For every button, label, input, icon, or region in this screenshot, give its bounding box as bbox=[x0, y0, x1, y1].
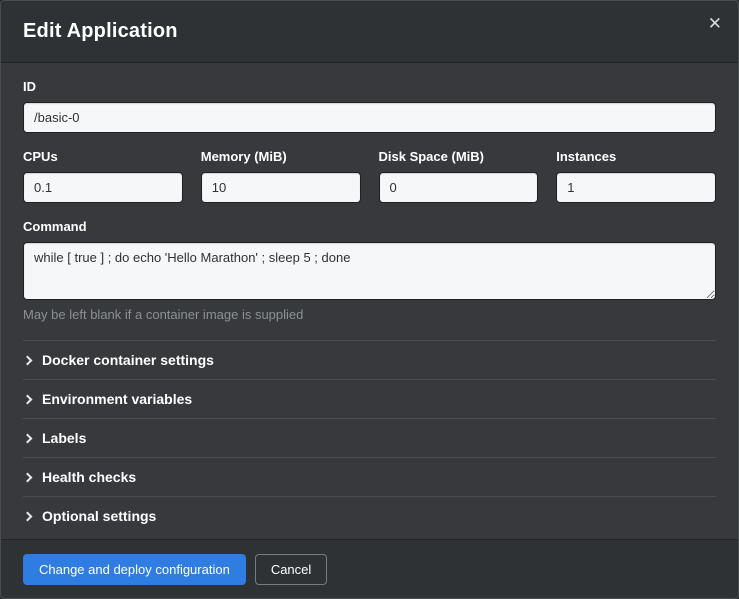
modal-body: ID CPUs Memory (MiB) Disk Space (MiB) In… bbox=[1, 63, 738, 539]
section-label: Environment variables bbox=[42, 391, 192, 407]
chevron-right-icon bbox=[23, 355, 33, 365]
memory-field-group: Memory (MiB) bbox=[201, 149, 361, 203]
chevron-right-icon bbox=[23, 394, 33, 404]
modal-title: Edit Application bbox=[23, 20, 178, 43]
memory-input[interactable] bbox=[201, 172, 361, 203]
id-field-group: ID bbox=[23, 79, 716, 133]
resources-row: CPUs Memory (MiB) Disk Space (MiB) Insta… bbox=[23, 149, 716, 203]
disk-input[interactable] bbox=[379, 172, 539, 203]
edit-application-modal: Edit Application ✕ ID CPUs Memory (MiB) … bbox=[0, 0, 739, 599]
cancel-button[interactable]: Cancel bbox=[255, 554, 327, 585]
section-label: Health checks bbox=[42, 469, 136, 485]
close-icon[interactable]: ✕ bbox=[708, 15, 722, 32]
instances-input[interactable] bbox=[556, 172, 716, 203]
cpus-label: CPUs bbox=[23, 149, 183, 164]
disk-label: Disk Space (MiB) bbox=[379, 149, 539, 164]
section-optional-settings[interactable]: Optional settings bbox=[23, 496, 716, 535]
memory-label: Memory (MiB) bbox=[201, 149, 361, 164]
section-labels[interactable]: Labels bbox=[23, 418, 716, 457]
cpus-field-group: CPUs bbox=[23, 149, 183, 203]
modal-footer: Change and deploy configuration Cancel bbox=[1, 539, 738, 598]
section-docker-container-settings[interactable]: Docker container settings bbox=[23, 340, 716, 379]
command-help-text: May be left blank if a container image i… bbox=[23, 307, 716, 322]
section-label: Docker container settings bbox=[42, 352, 214, 368]
section-health-checks[interactable]: Health checks bbox=[23, 457, 716, 496]
modal-header: Edit Application ✕ bbox=[1, 1, 738, 63]
chevron-right-icon bbox=[23, 472, 33, 482]
instances-label: Instances bbox=[556, 149, 716, 164]
command-field-group: Command while [ true ] ; do echo 'Hello … bbox=[23, 219, 716, 322]
section-label: Optional settings bbox=[42, 508, 156, 524]
chevron-right-icon bbox=[23, 511, 33, 521]
command-label: Command bbox=[23, 219, 716, 234]
id-input[interactable] bbox=[23, 102, 716, 133]
cpus-input[interactable] bbox=[23, 172, 183, 203]
instances-field-group: Instances bbox=[556, 149, 716, 203]
section-environment-variables[interactable]: Environment variables bbox=[23, 379, 716, 418]
id-label: ID bbox=[23, 79, 716, 94]
section-label: Labels bbox=[42, 430, 86, 446]
change-and-deploy-button[interactable]: Change and deploy configuration bbox=[23, 554, 246, 585]
collapsible-sections: Docker container settings Environment va… bbox=[23, 340, 716, 535]
chevron-right-icon bbox=[23, 433, 33, 443]
disk-field-group: Disk Space (MiB) bbox=[379, 149, 539, 203]
command-textarea[interactable]: while [ true ] ; do echo 'Hello Marathon… bbox=[23, 242, 716, 300]
